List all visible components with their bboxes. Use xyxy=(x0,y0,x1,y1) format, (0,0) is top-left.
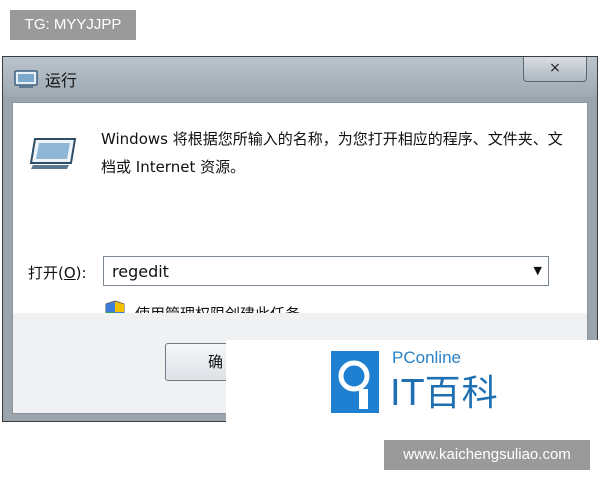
run-app-icon xyxy=(14,70,38,88)
dialog-title: 运行 xyxy=(45,71,78,90)
command-combobox[interactable]: regedit ▼ xyxy=(103,256,549,286)
pconline-logo-icon xyxy=(331,351,379,413)
close-button[interactable]: × xyxy=(523,57,587,82)
dialog-description: Windows 将根据您所输入的名称，为您打开相应的程序、文件夹、文档或 Int… xyxy=(101,130,563,176)
open-label: 打开(O): xyxy=(28,264,87,282)
close-icon: × xyxy=(549,60,561,76)
dialog-content: Windows 将根据您所输入的名称，为您打开相应的程序、文件夹、文档或 Int… xyxy=(12,102,588,324)
dropdown-arrow-icon[interactable]: ▼ xyxy=(534,264,542,277)
pconline-text: PConline xyxy=(392,348,461,367)
title-bar[interactable]: 运行 × xyxy=(3,57,597,97)
tg-watermark-label: TG: MYYJJPP xyxy=(10,10,136,40)
it-baike-text: IT百科 xyxy=(390,373,499,414)
run-window-icon xyxy=(29,138,77,169)
site-watermark-label: www.kaichengsuliao.com xyxy=(384,440,590,470)
pconline-brand-overlay: PConline IT百科 xyxy=(226,340,600,423)
command-input[interactable]: regedit xyxy=(112,262,169,281)
